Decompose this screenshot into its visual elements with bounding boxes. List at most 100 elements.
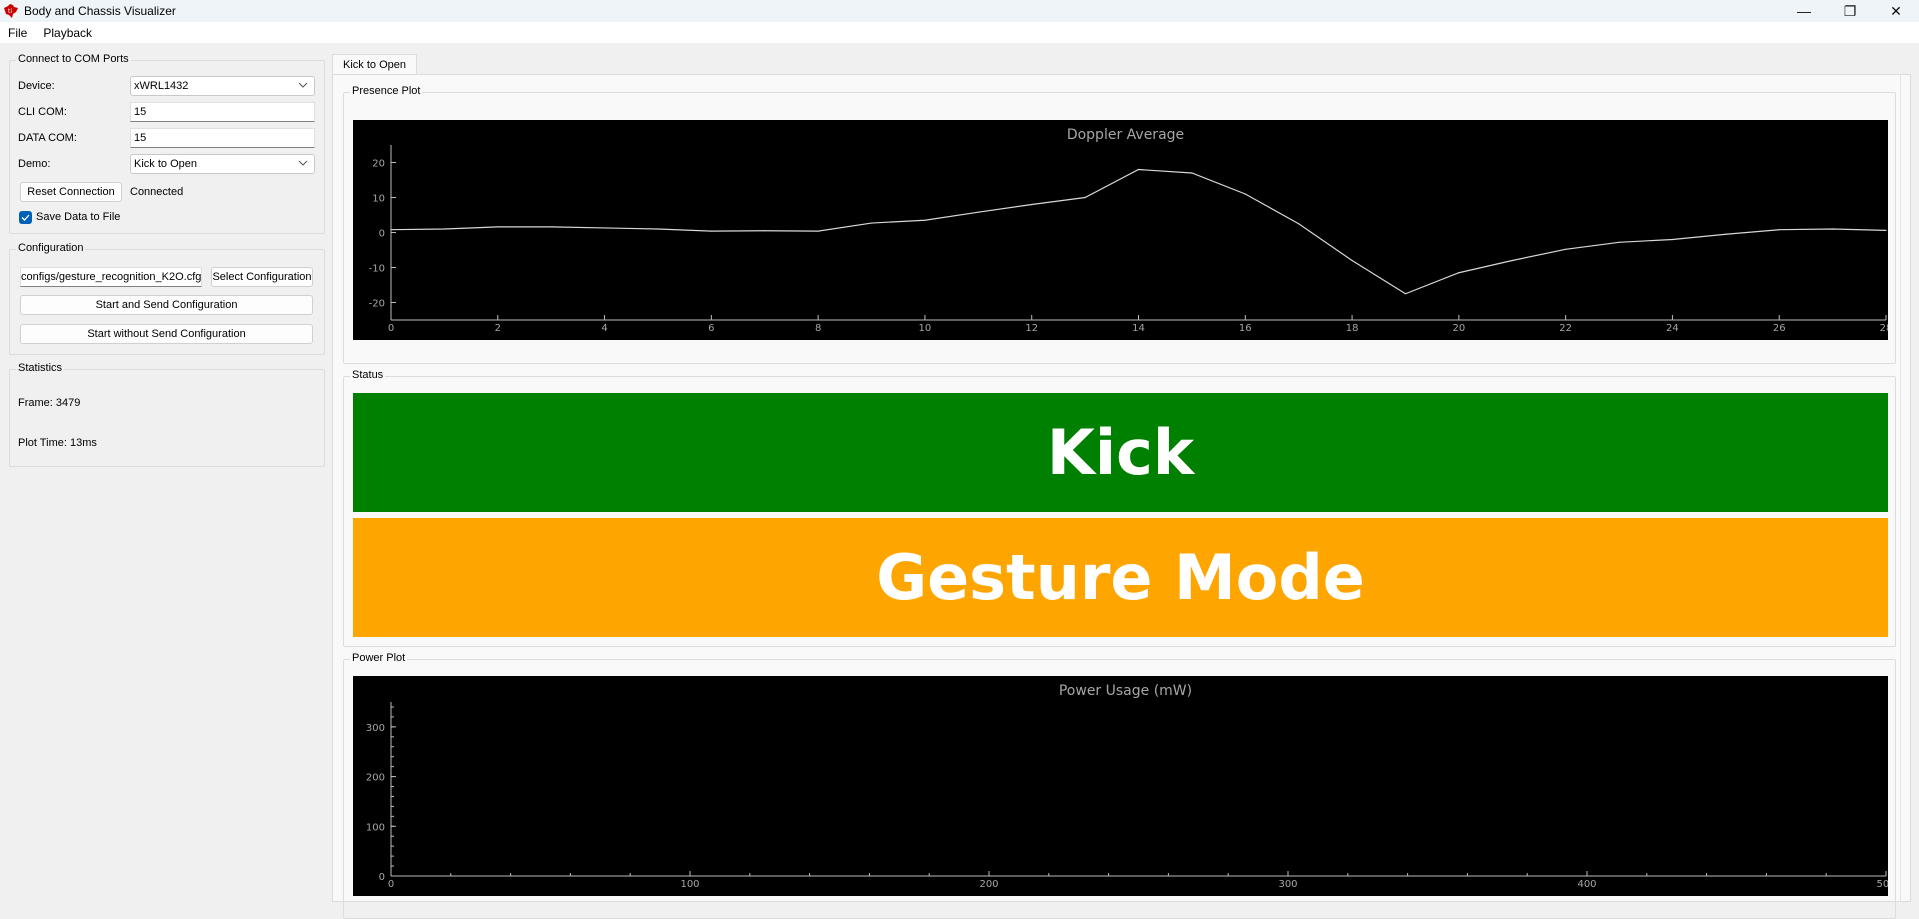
x-tick-label: 500 xyxy=(1876,879,1888,890)
x-tick-label: 8 xyxy=(815,323,821,334)
close-icon: ✕ xyxy=(1890,2,1902,19)
x-tick-label: 400 xyxy=(1577,879,1596,890)
minimize-icon: — xyxy=(1797,3,1811,19)
y-tick-label: 300 xyxy=(366,723,385,734)
doppler-plot[interactable]: Doppler Average -20 -10 0 10 20 0 2 4 6 8 10 12 14 16 1… xyxy=(353,120,1888,340)
data-point xyxy=(1832,228,1834,230)
configuration-group-title: Configuration xyxy=(16,242,86,254)
data-com-value: 15 xyxy=(134,132,147,144)
x-tick-label: 2 xyxy=(495,323,501,334)
plot-time: Plot Time: 13ms xyxy=(18,437,97,449)
chart-title: Power Usage (mW) xyxy=(1059,683,1192,699)
restore-button[interactable]: ❐ xyxy=(1827,0,1873,22)
power-plot[interactable]: Power Usage (mW) 0 100 200 300 0 100 200 300 400 5… xyxy=(353,676,1888,896)
close-button[interactable]: ✕ xyxy=(1873,0,1919,22)
data-point xyxy=(1885,229,1887,231)
data-point xyxy=(497,226,499,228)
scrollbar[interactable] xyxy=(1900,75,1910,901)
data-point xyxy=(1031,203,1033,206)
data-point xyxy=(1671,238,1674,241)
data-point xyxy=(1511,259,1513,262)
start-send-configuration-button[interactable]: Start and Send Configuration xyxy=(20,295,313,315)
data-com-label: DATA COM: xyxy=(18,132,77,144)
menu-file[interactable]: File xyxy=(0,26,35,40)
data-point xyxy=(924,219,926,221)
gesture-status-bar: Kick xyxy=(353,393,1888,512)
y-tick-label: -10 xyxy=(369,264,385,275)
data-point xyxy=(657,228,659,230)
chart-title: Doppler Average xyxy=(1067,127,1184,143)
x-tick-label: 0 xyxy=(388,323,394,334)
x-tick-label: 300 xyxy=(1278,879,1297,890)
x-tick-label: 6 xyxy=(708,323,714,334)
reset-connection-button[interactable]: Reset Connection xyxy=(20,182,122,202)
data-point xyxy=(1458,272,1460,274)
cli-com-value: 15 xyxy=(134,106,147,118)
minimize-button[interactable]: — xyxy=(1781,0,1827,22)
checkmark-icon xyxy=(21,214,30,221)
data-point xyxy=(710,230,712,232)
data-point xyxy=(764,230,766,232)
select-configuration-button[interactable]: Select Configuration xyxy=(211,267,313,287)
doppler-chart: Doppler Average-20-10010200 2 4 6 8 10 12 14 16 1… xyxy=(369,127,1888,334)
device-label: Device: xyxy=(18,80,55,92)
demo-value: Kick to Open xyxy=(134,158,197,170)
ti-logo-icon: ti xyxy=(4,4,18,18)
data-point xyxy=(1778,229,1780,231)
data-point xyxy=(1084,196,1086,199)
window-title: Body and Chassis Visualizer xyxy=(24,4,176,18)
restore-icon: ❐ xyxy=(1843,2,1857,19)
demo-label: Demo: xyxy=(18,158,51,170)
chevron-down-icon xyxy=(298,160,308,166)
data-point xyxy=(550,226,552,228)
y-tick-label: 0 xyxy=(379,872,385,883)
power-plot-title: Power Plot xyxy=(350,652,408,664)
cli-com-label: CLI COM: xyxy=(18,106,67,118)
tab-kick-to-open[interactable]: Kick to Open xyxy=(332,54,417,74)
cli-com-input[interactable]: 15 xyxy=(130,102,315,122)
data-com-input[interactable]: 15 xyxy=(130,128,315,148)
power-chart: Power Usage (mW) 0 100 200 300 0 100 200 300 400 5… xyxy=(366,683,1888,890)
device-value: xWRL1432 xyxy=(134,80,189,92)
save-data-label: Save Data to File xyxy=(36,211,121,223)
frame-count: Frame: 3479 xyxy=(18,397,81,409)
title-bar: ti Body and Chassis Visualizer — ❐ ✕ xyxy=(0,0,1919,22)
menu-playback[interactable]: Playback xyxy=(35,26,100,40)
y-tick-label: 0 xyxy=(379,229,385,240)
presence-plot-title: Presence Plot xyxy=(350,85,423,97)
chevron-down-icon xyxy=(298,82,308,88)
save-data-checkbox[interactable] xyxy=(19,211,32,224)
data-point xyxy=(977,211,979,213)
data-point xyxy=(1565,248,1567,250)
svg-text:ti: ti xyxy=(8,8,12,15)
x-tick-label: 100 xyxy=(680,879,699,890)
connection-status: Connected xyxy=(130,186,184,198)
data-point xyxy=(1618,241,1620,243)
data-point xyxy=(390,229,392,231)
x-tick-label: 26 xyxy=(1773,323,1786,334)
data-point xyxy=(1244,193,1246,195)
device-select[interactable]: xWRL1432 xyxy=(130,76,315,96)
start-without-send-button[interactable]: Start without Send Configuration xyxy=(20,324,313,344)
data-point xyxy=(870,222,873,224)
config-file-input[interactable]: configs/gesture_recognition_K2O.cfg xyxy=(20,267,202,287)
x-tick-label: 22 xyxy=(1559,323,1572,334)
statistics-group: Statistics xyxy=(9,362,325,467)
y-tick-label: 20 xyxy=(372,159,385,170)
data-point xyxy=(1725,233,1727,235)
y-tick-label: 100 xyxy=(366,822,385,833)
statistics-group-title: Statistics xyxy=(16,362,65,374)
x-tick-label: 20 xyxy=(1452,323,1465,334)
mode-status-bar: Gesture Mode xyxy=(353,518,1888,637)
y-tick-label: 10 xyxy=(372,194,385,205)
demo-select[interactable]: Kick to Open xyxy=(130,154,315,174)
x-tick-label: 0 xyxy=(388,879,394,890)
data-point xyxy=(1137,168,1140,171)
connect-group-title: Connect to COM Ports xyxy=(16,53,131,65)
y-tick-label: -20 xyxy=(369,299,385,310)
x-tick-label: 10 xyxy=(919,323,932,334)
menu-bar: File Playback xyxy=(0,22,1919,43)
gesture-status-text: Kick xyxy=(1046,416,1195,489)
status-group-title: Status xyxy=(350,369,386,381)
x-tick-label: 18 xyxy=(1346,323,1359,334)
